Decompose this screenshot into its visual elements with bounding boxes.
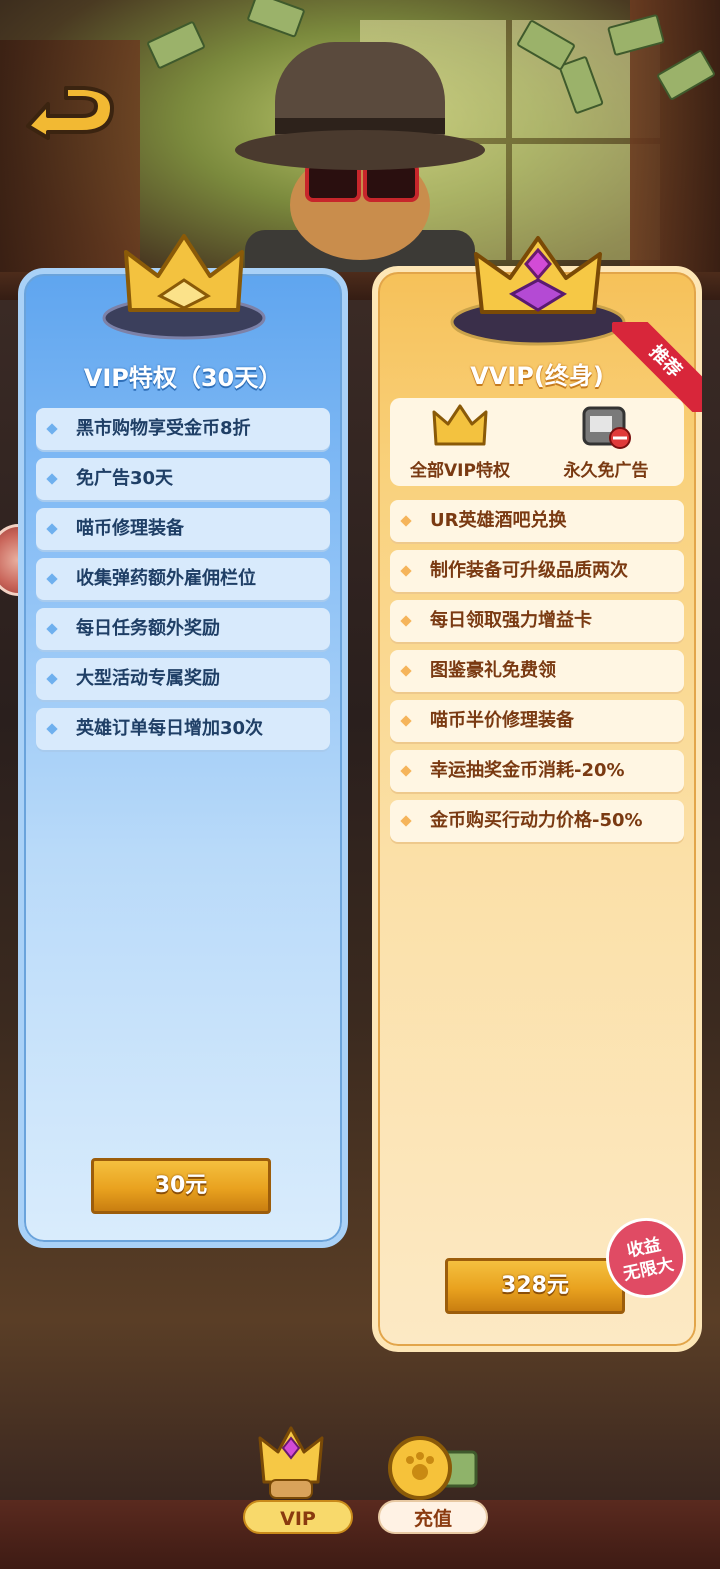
diamond-bullet-icon	[46, 573, 58, 585]
diamond-bullet-icon	[400, 765, 412, 777]
vvip-buy-button[interactable]: 328元	[445, 1258, 625, 1314]
list-item: UR英雄酒吧兑换	[390, 500, 684, 542]
feature-no-ads: 永久免广告	[536, 404, 676, 481]
back-arrow-icon	[26, 86, 114, 140]
diamond-bullet-icon	[46, 673, 58, 685]
no-ads-icon	[582, 406, 631, 449]
list-item: 制作装备可升级品质两次	[390, 550, 684, 592]
list-item: 英雄订单每日增加30次	[36, 708, 330, 750]
crown-icon	[102, 234, 266, 340]
list-item: 喵币半价修理装备	[390, 700, 684, 742]
jeweled-crown-icon	[450, 236, 626, 346]
tab-recharge[interactable]: 充值	[378, 1500, 488, 1534]
diamond-bullet-icon	[46, 423, 58, 435]
list-item: 黑市购物享受金币8折	[36, 408, 330, 450]
diamond-bullet-icon	[400, 715, 412, 727]
vip-card: VIP特权（30天） 黑市购物享受金币8折 免广告30天 喵币修理装备 收集弹药…	[18, 234, 348, 1248]
diamond-bullet-icon	[46, 473, 58, 485]
tab-vip[interactable]: VIP	[243, 1500, 353, 1534]
list-item: 大型活动专属奖励	[36, 658, 330, 700]
list-item: 每日领取强力增益卡	[390, 600, 684, 642]
bottom-bar-background	[0, 1500, 720, 1569]
diamond-bullet-icon	[400, 665, 412, 677]
vvip-feature-box: 全部VIP特权 永久免广告	[390, 398, 684, 486]
vip-perk-list: 黑市购物享受金币8折 免广告30天 喵币修理装备 收集弹药额外雇佣栏位 每日任务…	[36, 408, 330, 758]
list-item: 免广告30天	[36, 458, 330, 500]
list-item: 幸运抽奖金币消耗-20%	[390, 750, 684, 792]
feature-all-vip: 全部VIP特权	[390, 404, 530, 481]
diamond-bullet-icon	[400, 565, 412, 577]
diamond-bullet-icon	[400, 815, 412, 827]
list-item: 每日任务额外奖励	[36, 608, 330, 650]
list-item: 喵币修理装备	[36, 508, 330, 550]
coin-icon	[388, 1436, 478, 1500]
vvip-card: 推荐 VVIP(终身) 全部VIP特权 永久免广告 UR英雄酒吧兑换 制作装备可…	[372, 236, 702, 1352]
vip-tab-crown-icon	[258, 1426, 324, 1499]
back-button[interactable]	[20, 86, 116, 140]
vvip-perk-list: UR英雄酒吧兑换 制作装备可升级品质两次 每日领取强力增益卡 图鉴豪礼免费领 喵…	[390, 500, 684, 850]
diamond-bullet-icon	[46, 623, 58, 635]
vvip-card-title: VVIP(终身)	[470, 362, 604, 390]
money-bill-icon	[146, 20, 206, 70]
list-item: 金币购买行动力价格-50%	[390, 800, 684, 842]
diamond-bullet-icon	[46, 723, 58, 735]
vip-buy-button[interactable]: 30元	[91, 1158, 271, 1214]
diamond-bullet-icon	[400, 515, 412, 527]
list-item: 收集弹药额外雇佣栏位	[36, 558, 330, 600]
diamond-bullet-icon	[400, 615, 412, 627]
diamond-bullet-icon	[46, 523, 58, 535]
vip-card-title: VIP特权（30天）	[83, 364, 283, 392]
crown-icon	[432, 404, 488, 446]
list-item: 图鉴豪礼免费领	[390, 650, 684, 692]
